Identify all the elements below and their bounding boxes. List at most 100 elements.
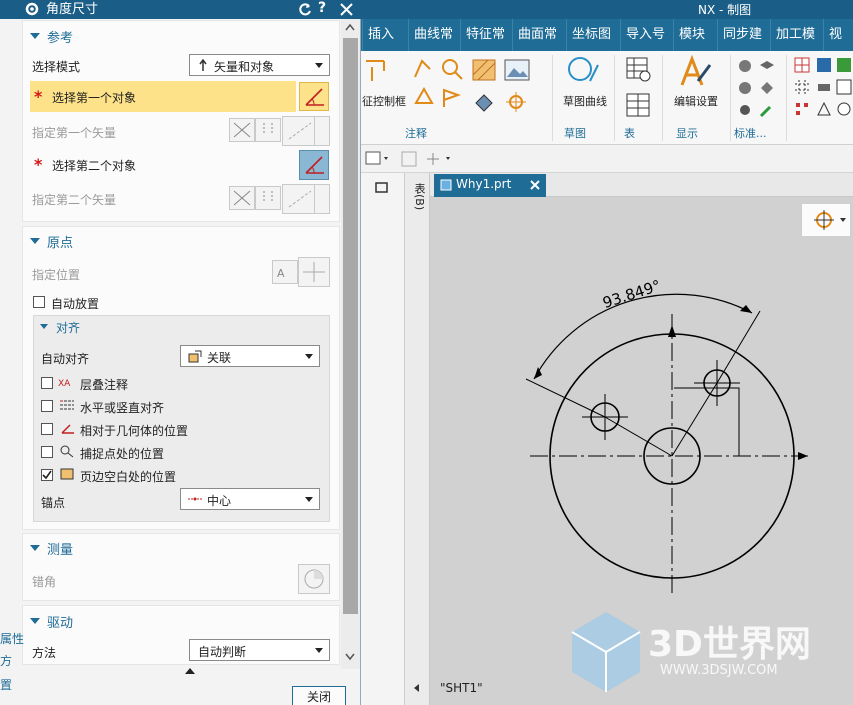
close-icon[interactable] <box>340 3 353 16</box>
collapse-icon[interactable] <box>40 324 48 329</box>
view-orient-button[interactable] <box>801 203 851 237</box>
method-dropdown[interactable]: 自动判断 <box>189 639 330 661</box>
matrix-icon[interactable] <box>794 101 810 117</box>
second-vector-direction-button[interactable] <box>255 186 281 210</box>
tab-feature[interactable]: 特征常 <box>460 19 510 51</box>
margin-blank-checkbox[interactable] <box>41 469 53 481</box>
snap-point-checkbox[interactable] <box>41 446 53 458</box>
tab-coord[interactable]: 坐标图 <box>566 19 616 51</box>
reflex-angle-button[interactable] <box>298 564 330 594</box>
specify-position-button[interactable] <box>298 257 330 287</box>
tab-import[interactable]: 导入号 <box>620 19 670 51</box>
fill-icon[interactable] <box>472 91 496 113</box>
wrench-icon[interactable] <box>758 101 776 119</box>
bolt-icon[interactable] <box>736 101 754 119</box>
first-vector-reverse-button[interactable] <box>229 118 255 142</box>
second-vector-dropdown[interactable] <box>314 184 330 214</box>
drawing-canvas[interactable]: 93.849° 3D世界网 WWW.3DSJW.COM <box>430 197 853 705</box>
relative-geometry-checkbox[interactable] <box>41 423 53 435</box>
tab-curve[interactable]: 曲线常 <box>408 19 458 51</box>
chevron-left-icon[interactable] <box>412 683 422 693</box>
more-options-icon[interactable] <box>184 667 196 675</box>
center-mark-icon[interactable] <box>504 91 528 113</box>
collapse-icon[interactable] <box>30 618 40 624</box>
anchor-center-icon <box>188 497 202 501</box>
anchor-dropdown[interactable]: 中心 <box>180 488 320 510</box>
tab-insert[interactable]: 插入 <box>362 19 399 51</box>
hatch-icon[interactable] <box>472 59 496 81</box>
drive-header[interactable]: 驱动 <box>47 612 73 631</box>
tab-view[interactable]: 视图 <box>823 19 853 74</box>
point-snap-icon[interactable] <box>424 150 454 168</box>
reverse-vector-icon <box>233 190 251 206</box>
feature-control-frame-icon[interactable] <box>364 57 398 83</box>
filter-icon[interactable] <box>364 150 390 168</box>
sketch-curve-label[interactable]: 草图曲线 <box>563 93 607 109</box>
origin-tool-button[interactable]: A <box>272 260 298 284</box>
tab-why1-prt[interactable]: Why1.prt <box>434 174 546 197</box>
dialog-title-bar[interactable]: 角度尺寸 ? <box>0 0 361 19</box>
circle-table-icon[interactable] <box>836 101 852 117</box>
origin-header[interactable]: 原点 <box>47 232 73 251</box>
second-vector-reverse-button[interactable] <box>229 186 255 210</box>
reset-icon[interactable] <box>298 2 312 16</box>
help-icon[interactable]: ? <box>318 0 326 16</box>
image-icon[interactable] <box>504 59 530 81</box>
scrollbar-thumb[interactable] <box>343 38 358 614</box>
first-vector-direction-button[interactable] <box>255 118 281 142</box>
triangle-icon[interactable] <box>816 101 832 117</box>
layers-icon[interactable] <box>758 57 776 75</box>
car-icon[interactable] <box>816 79 832 95</box>
tab-machining[interactable]: 加工模 <box>770 19 820 51</box>
tab-module[interactable]: 模块 <box>673 19 710 51</box>
table-icon[interactable] <box>626 57 652 83</box>
select-first-label[interactable]: 选择第一个对象 <box>52 89 136 106</box>
align-header[interactable]: 对齐 <box>56 319 80 336</box>
scroll-up-icon[interactable] <box>344 22 356 32</box>
datum-icon[interactable] <box>412 85 436 107</box>
grid-green-icon[interactable] <box>836 57 852 73</box>
close-button[interactable]: 关闭 <box>292 686 346 705</box>
flag-icon[interactable] <box>440 87 464 109</box>
close-tab-icon[interactable] <box>530 180 540 190</box>
horiz-vert-align-checkbox[interactable] <box>41 400 53 412</box>
select-second-label[interactable]: 选择第二个对象 <box>52 157 136 174</box>
gear-cube-icon[interactable] <box>736 57 754 75</box>
tag-icon[interactable] <box>758 79 776 97</box>
dimension-text[interactable]: 93.849° <box>600 276 663 312</box>
resource-tab-label[interactable]: 表(B) <box>411 183 427 210</box>
app-title: NX - 制图 <box>698 3 752 17</box>
auto-align-dropdown[interactable]: 关联 <box>180 345 320 367</box>
scroll-down-icon[interactable] <box>344 652 356 662</box>
maximize-icon[interactable] <box>375 182 389 194</box>
ribbon-panel: 征控制框 注释 草图曲线 草图 表 编辑设置 显示 标准... <box>360 51 853 145</box>
wheel-icon[interactable] <box>736 79 754 97</box>
sheet-label: "SHT1" <box>440 681 483 695</box>
edit-settings-icon[interactable] <box>678 55 712 89</box>
collapse-icon[interactable] <box>30 545 40 551</box>
snap-icon[interactable] <box>400 150 418 168</box>
collapse-icon[interactable] <box>30 33 40 39</box>
tab-sync[interactable]: 同步建 <box>717 19 767 51</box>
weld-icon[interactable] <box>412 57 436 81</box>
measure-header[interactable]: 测量 <box>47 539 73 558</box>
select-first-button[interactable] <box>299 82 329 111</box>
grid-blue-icon[interactable] <box>816 57 832 73</box>
parts-list-icon[interactable] <box>626 93 652 119</box>
vector-arrow-icon <box>199 58 207 71</box>
magnifier-icon[interactable] <box>440 57 464 81</box>
collapse-icon[interactable] <box>30 238 40 244</box>
first-vector-dropdown[interactable] <box>314 116 330 146</box>
stack-annotation-checkbox[interactable] <box>41 377 53 389</box>
tab-surface[interactable]: 曲面常 <box>512 19 562 51</box>
select-second-button[interactable] <box>299 150 329 180</box>
sketch-curve-icon[interactable] <box>566 55 600 89</box>
select-mode-dropdown[interactable]: 矢量和对象 <box>189 54 330 76</box>
hole-table-icon[interactable] <box>836 79 852 95</box>
edit-settings-label[interactable]: 编辑设置 <box>674 93 718 109</box>
feature-control-label[interactable]: 征控制框 <box>362 93 406 109</box>
grid-red-icon[interactable] <box>794 57 810 73</box>
reference-header[interactable]: 参考 <box>47 27 73 46</box>
auto-place-checkbox[interactable] <box>33 296 45 308</box>
dotted-grid-icon[interactable] <box>794 79 810 95</box>
